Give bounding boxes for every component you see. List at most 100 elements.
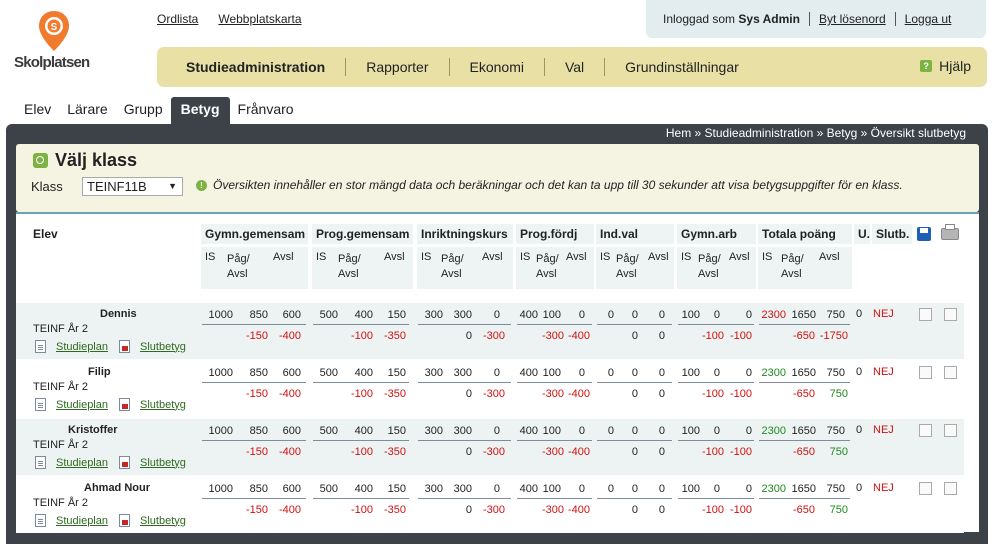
group-underline bbox=[597, 382, 672, 383]
link-ordlista[interactable]: Ordlista bbox=[157, 12, 198, 26]
sub-pag-avsl: Avsl bbox=[227, 268, 248, 280]
sub-pag-avsl: Avsl bbox=[698, 268, 719, 280]
diff-value: 0 bbox=[631, 330, 638, 342]
grade-value: 0 bbox=[658, 367, 665, 379]
group-underline bbox=[678, 498, 754, 499]
group-underline bbox=[313, 440, 409, 441]
group-underline bbox=[678, 382, 754, 383]
diff-value: -100 bbox=[350, 504, 373, 516]
pdf-icon bbox=[119, 456, 130, 469]
row-checkbox-save[interactable] bbox=[919, 482, 932, 495]
sub-is: IS bbox=[600, 251, 611, 263]
sub-pag-avsl: Avsl bbox=[441, 268, 462, 280]
diff-value: -350 bbox=[383, 330, 406, 342]
diff-value: -400 bbox=[567, 504, 590, 516]
studieplan-link[interactable]: Studieplan bbox=[56, 399, 108, 411]
logged-in-user: Sys Admin bbox=[738, 12, 800, 26]
u-value: 0 bbox=[856, 482, 863, 494]
diff-value: -300 bbox=[482, 504, 505, 516]
row-checkbox-print[interactable] bbox=[944, 366, 957, 379]
diff-value: -100 bbox=[701, 330, 724, 342]
group-header: Ind.val bbox=[596, 224, 674, 244]
row-checkbox-print[interactable] bbox=[944, 424, 957, 437]
diff-value: -350 bbox=[383, 446, 406, 458]
row-checkbox-print[interactable] bbox=[944, 308, 957, 321]
slutbetyg-link[interactable]: Slutbetyg bbox=[140, 457, 186, 469]
sub-avsl: Avsl bbox=[384, 251, 405, 263]
save-icon[interactable] bbox=[917, 227, 931, 241]
tab-larare[interactable]: Lärare bbox=[59, 97, 115, 124]
studieplan-link[interactable]: Studieplan bbox=[56, 457, 108, 469]
info-message: ! Översikten innehåller en stor mängd da… bbox=[196, 178, 903, 192]
link-webbplatskarta[interactable]: Webbplatskarta bbox=[218, 12, 301, 26]
change-password-link[interactable]: Byt lösenord bbox=[819, 12, 886, 26]
print-icon[interactable] bbox=[941, 224, 959, 240]
logout-link[interactable]: Logga ut bbox=[905, 12, 952, 26]
nav-studieadministration[interactable]: Studieadministration bbox=[157, 59, 345, 75]
row-checkbox-save[interactable] bbox=[919, 366, 932, 379]
pdf-icon bbox=[119, 398, 130, 411]
tab-grupp[interactable]: Grupp bbox=[116, 97, 171, 124]
grade-value: 500 bbox=[319, 425, 338, 437]
sub-pag: Påg/ bbox=[536, 253, 559, 265]
grade-value: 300 bbox=[453, 425, 472, 437]
grade-value: 300 bbox=[424, 309, 443, 321]
group-underline bbox=[313, 498, 409, 499]
tab-franvaro[interactable]: Frånvaro bbox=[230, 97, 302, 124]
u-value: 0 bbox=[856, 308, 863, 320]
grade-value: 0 bbox=[607, 309, 614, 321]
studieplan-link[interactable]: Studieplan bbox=[56, 341, 108, 353]
grade-value: 0 bbox=[713, 367, 720, 379]
slutbetyg-link[interactable]: Slutbetyg bbox=[140, 399, 186, 411]
grade-value: 600 bbox=[282, 483, 301, 495]
student-class: TEINF År 2 bbox=[33, 381, 89, 393]
diff-value: -300 bbox=[541, 446, 564, 458]
grade-value: 300 bbox=[453, 367, 472, 379]
panel-title: Välj klass bbox=[33, 150, 137, 171]
studieplan-link[interactable]: Studieplan bbox=[56, 515, 108, 527]
search-icon bbox=[33, 153, 48, 168]
student-name[interactable]: Filip bbox=[88, 366, 111, 378]
document-icon bbox=[35, 398, 46, 411]
info-text: Översikten innehåller en stor mängd data… bbox=[213, 178, 903, 192]
grade-value: 400 bbox=[354, 309, 373, 321]
grade-value: 400 bbox=[354, 483, 373, 495]
sub-avsl: Avsl bbox=[819, 251, 840, 263]
nav-val[interactable]: Val bbox=[545, 59, 604, 75]
group-header: Prog.fördj bbox=[516, 224, 594, 244]
group-underline bbox=[678, 440, 754, 441]
diff-value: -100 bbox=[729, 330, 752, 342]
student-links: Studieplan Slutbetyg bbox=[35, 456, 186, 469]
diff-value: -300 bbox=[482, 446, 505, 458]
student-name[interactable]: Ahmad Nour bbox=[84, 482, 150, 494]
slutbetyg-link[interactable]: Slutbetyg bbox=[140, 515, 186, 527]
grade-value: 400 bbox=[519, 367, 538, 379]
tab-betyg[interactable]: Betyg bbox=[170, 97, 230, 124]
student-name[interactable]: Kristoffer bbox=[68, 424, 118, 436]
student-name[interactable]: Dennis bbox=[100, 308, 137, 320]
grade-value: 500 bbox=[319, 367, 338, 379]
diff-value: 0 bbox=[465, 504, 472, 516]
row-checkbox-save[interactable] bbox=[919, 424, 932, 437]
row-checkbox-save[interactable] bbox=[919, 308, 932, 321]
grade-value: 0 bbox=[578, 425, 585, 437]
help-button[interactable]: ? Hjälp bbox=[920, 58, 971, 74]
diff-value: 0 bbox=[631, 446, 638, 458]
grade-value: 850 bbox=[249, 483, 268, 495]
klass-select[interactable]: TEINF11B ▼ bbox=[82, 177, 183, 196]
grade-value: 0 bbox=[607, 483, 614, 495]
grade-value: 0 bbox=[493, 367, 500, 379]
nav-grundinstallningar[interactable]: Grundinställningar bbox=[605, 59, 759, 75]
student-links: Studieplan Slutbetyg bbox=[35, 514, 186, 527]
diff-value: 0 bbox=[631, 388, 638, 400]
nav-rapporter[interactable]: Rapporter bbox=[346, 59, 448, 75]
grade-value: 1650 bbox=[791, 309, 816, 321]
grade-value: 0 bbox=[745, 367, 752, 379]
slutbetyg-link[interactable]: Slutbetyg bbox=[140, 341, 186, 353]
pdf-icon bbox=[119, 514, 130, 527]
logo[interactable]: S Skolplatsen bbox=[14, 10, 104, 76]
grade-value: 500 bbox=[319, 483, 338, 495]
row-checkbox-print[interactable] bbox=[944, 482, 957, 495]
nav-ekonomi[interactable]: Ekonomi bbox=[450, 59, 544, 75]
tab-elev[interactable]: Elev bbox=[16, 97, 59, 124]
